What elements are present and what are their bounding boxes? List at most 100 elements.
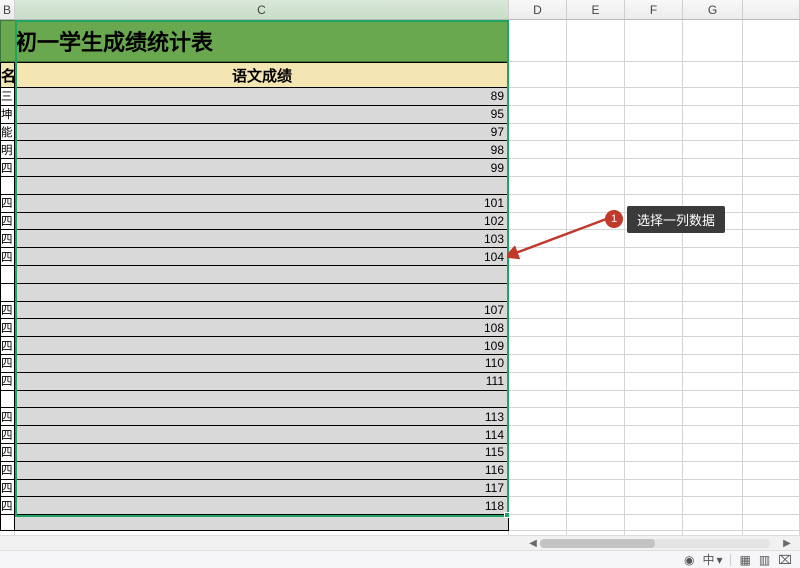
cell[interactable] bbox=[567, 159, 625, 177]
cell[interactable] bbox=[567, 391, 625, 409]
cell[interactable] bbox=[683, 444, 743, 462]
cell[interactable] bbox=[509, 141, 567, 159]
view-page-icon[interactable]: ⌧ bbox=[778, 553, 792, 567]
cell[interactable] bbox=[743, 480, 800, 498]
col-header-E[interactable]: E bbox=[567, 0, 625, 19]
cell[interactable] bbox=[683, 141, 743, 159]
cell-name[interactable]: 四 bbox=[0, 426, 15, 444]
cell-name[interactable] bbox=[0, 284, 15, 302]
cell[interactable] bbox=[509, 106, 567, 124]
cell[interactable] bbox=[743, 159, 800, 177]
cell[interactable] bbox=[743, 444, 800, 462]
cell[interactable] bbox=[625, 284, 683, 302]
cell[interactable] bbox=[743, 302, 800, 320]
cell[interactable] bbox=[625, 337, 683, 355]
cell[interactable] bbox=[567, 319, 625, 337]
cell-name[interactable]: 四 bbox=[0, 480, 15, 498]
cell-score[interactable]: 116 bbox=[15, 462, 509, 480]
cell[interactable] bbox=[567, 62, 625, 88]
cell[interactable] bbox=[509, 213, 567, 231]
cell[interactable] bbox=[567, 88, 625, 106]
cell[interactable] bbox=[567, 462, 625, 480]
cell-name[interactable]: 四 bbox=[0, 302, 15, 320]
cell[interactable] bbox=[567, 284, 625, 302]
cell[interactable] bbox=[567, 213, 625, 231]
cell[interactable] bbox=[743, 62, 800, 88]
cell[interactable] bbox=[683, 462, 743, 480]
cell[interactable] bbox=[683, 213, 743, 231]
cell[interactable] bbox=[509, 302, 567, 320]
cell-score[interactable]: 114 bbox=[15, 426, 509, 444]
cell-name[interactable]: 四 bbox=[0, 159, 15, 177]
cell[interactable] bbox=[567, 177, 625, 195]
cell[interactable] bbox=[625, 159, 683, 177]
cell[interactable] bbox=[509, 497, 567, 515]
cell[interactable] bbox=[743, 20, 800, 62]
cell-score[interactable]: 109 bbox=[15, 337, 509, 355]
cell[interactable] bbox=[625, 373, 683, 391]
col-header-G[interactable]: G bbox=[683, 0, 743, 19]
cell[interactable] bbox=[743, 213, 800, 231]
cell[interactable] bbox=[509, 195, 567, 213]
cell[interactable] bbox=[625, 462, 683, 480]
cell[interactable] bbox=[743, 337, 800, 355]
cell-name[interactable]: 四 bbox=[0, 248, 15, 266]
cell-name[interactable]: 能 bbox=[0, 124, 15, 142]
cell[interactable] bbox=[567, 302, 625, 320]
col-header-F[interactable]: F bbox=[625, 0, 683, 19]
cell[interactable] bbox=[509, 462, 567, 480]
cell-name[interactable]: 四 bbox=[0, 337, 15, 355]
cell[interactable] bbox=[743, 497, 800, 515]
cell[interactable] bbox=[743, 515, 800, 531]
cell-name[interactable]: 四 bbox=[0, 213, 15, 231]
cell[interactable] bbox=[567, 408, 625, 426]
cell-name[interactable] bbox=[0, 177, 15, 195]
cell[interactable] bbox=[683, 284, 743, 302]
cell-name[interactable] bbox=[0, 266, 15, 284]
cell-score[interactable]: 103 bbox=[15, 230, 509, 248]
cell[interactable] bbox=[683, 337, 743, 355]
cell[interactable] bbox=[567, 266, 625, 284]
cell-name[interactable]: 坤 bbox=[0, 106, 15, 124]
col-header-C[interactable]: C bbox=[15, 0, 509, 19]
cell[interactable] bbox=[567, 141, 625, 159]
cell[interactable] bbox=[509, 124, 567, 142]
cell-name[interactable]: 四 bbox=[0, 230, 15, 248]
cell[interactable] bbox=[683, 248, 743, 266]
cell[interactable] bbox=[625, 302, 683, 320]
cell-score[interactable]: 113 bbox=[15, 408, 509, 426]
cell[interactable] bbox=[683, 106, 743, 124]
cell[interactable] bbox=[683, 391, 743, 409]
cell-score[interactable]: 107 bbox=[15, 302, 509, 320]
cell[interactable] bbox=[683, 20, 743, 62]
cell[interactable] bbox=[625, 391, 683, 409]
cell[interactable] bbox=[625, 213, 683, 231]
cell[interactable] bbox=[567, 248, 625, 266]
cell[interactable] bbox=[567, 426, 625, 444]
col-header-D[interactable]: D bbox=[509, 0, 567, 19]
cell[interactable] bbox=[509, 426, 567, 444]
cell-score[interactable]: 98 bbox=[15, 141, 509, 159]
cell[interactable] bbox=[509, 266, 567, 284]
cell[interactable] bbox=[625, 141, 683, 159]
cell-score[interactable]: 95 bbox=[15, 106, 509, 124]
cell[interactable] bbox=[683, 319, 743, 337]
cell[interactable] bbox=[683, 195, 743, 213]
cell-score[interactable]: 104 bbox=[15, 248, 509, 266]
ime-indicator[interactable]: 中▾ bbox=[702, 551, 722, 568]
cell[interactable] bbox=[625, 444, 683, 462]
header-score[interactable]: 语文成绩 bbox=[15, 62, 509, 88]
cell[interactable] bbox=[509, 20, 567, 62]
cell[interactable] bbox=[743, 426, 800, 444]
cell-score[interactable] bbox=[15, 391, 509, 409]
cell[interactable] bbox=[509, 248, 567, 266]
cell[interactable] bbox=[683, 426, 743, 444]
cell-score[interactable] bbox=[15, 266, 509, 284]
cell[interactable] bbox=[683, 266, 743, 284]
scroll-left-icon[interactable]: ◀ bbox=[526, 536, 540, 551]
cell[interactable] bbox=[625, 497, 683, 515]
cell[interactable] bbox=[683, 230, 743, 248]
cell[interactable] bbox=[625, 408, 683, 426]
cell[interactable] bbox=[743, 248, 800, 266]
horizontal-scrollbar[interactable]: ◀ ▶ bbox=[0, 535, 800, 550]
